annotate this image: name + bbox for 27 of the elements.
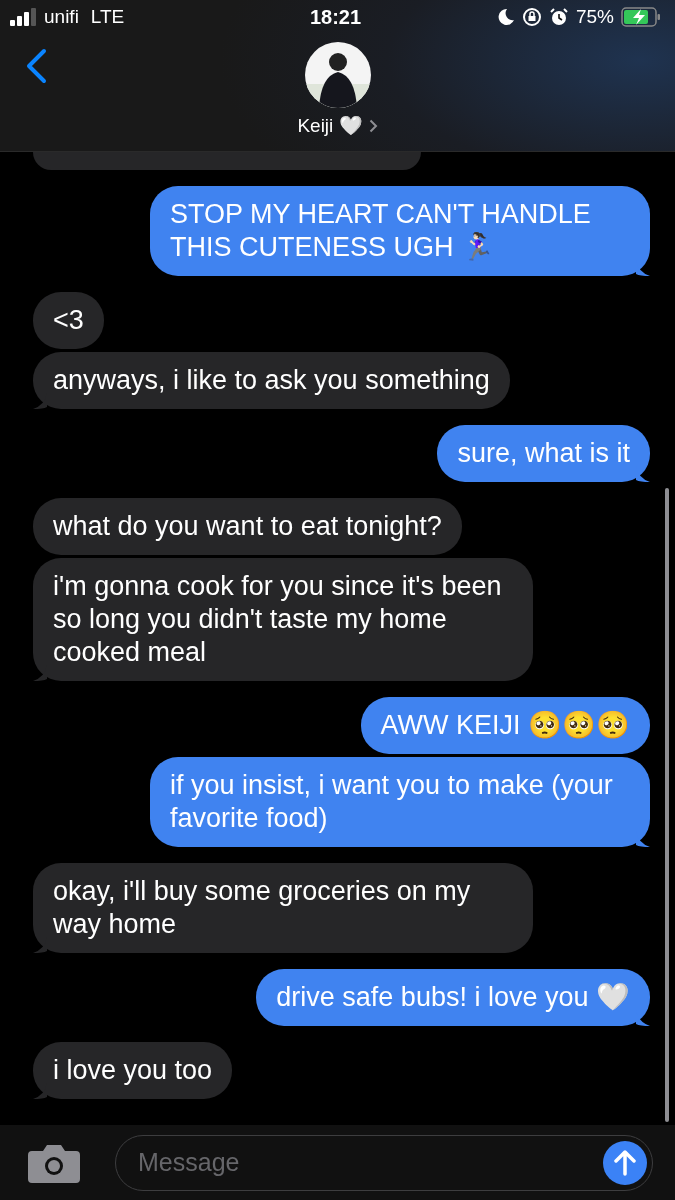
camera-icon[interactable] bbox=[28, 1142, 80, 1183]
signal-icon bbox=[10, 8, 36, 26]
back-button[interactable] bbox=[24, 48, 48, 84]
moon-icon bbox=[496, 8, 515, 26]
message-bubble: AWW KEIJI 🥺🥺🥺 bbox=[360, 697, 650, 754]
alarm-icon bbox=[548, 7, 569, 27]
message-bubble: drive safe bubs! i love you 🤍 bbox=[256, 969, 650, 1026]
battery-percent: 75% bbox=[575, 6, 614, 28]
message-bubble: what do you want to eat tonight? bbox=[33, 498, 462, 555]
message-bubble: anyways, i like to ask you something bbox=[33, 352, 510, 409]
rotation-lock-icon bbox=[521, 7, 542, 27]
chevron-icon[interactable] bbox=[368, 118, 378, 133]
message-field[interactable]: Message bbox=[115, 1134, 653, 1191]
arrow-up-icon bbox=[614, 1149, 636, 1176]
network-type: LTE bbox=[90, 6, 125, 28]
carrier-name: unifi bbox=[44, 6, 79, 28]
message-bubble: i'm gonna cook for you since it's been so long you didn't taste my home cooked meal bbox=[33, 558, 533, 681]
message-bubble: sure, what is it bbox=[437, 425, 650, 482]
message-bubble: okay, i'll buy some groceries on my way home bbox=[33, 863, 533, 953]
message-bubble: i love you too bbox=[33, 1042, 233, 1099]
message-bubble: STOP MY HEART CAN'T HANDLE THIS CUTENESS UGH 🏃🏻‍♀ bbox=[150, 186, 650, 276]
message-bubble: <3 bbox=[33, 292, 104, 349]
contact-name[interactable]: Keiji 🤍 bbox=[297, 114, 363, 137]
clock-time: 18:21 bbox=[309, 5, 362, 29]
send-button[interactable] bbox=[603, 1140, 647, 1185]
message-bubble: if you insist, i want you to make (your favorite food) bbox=[150, 757, 650, 847]
battery-charging-icon bbox=[621, 7, 661, 27]
